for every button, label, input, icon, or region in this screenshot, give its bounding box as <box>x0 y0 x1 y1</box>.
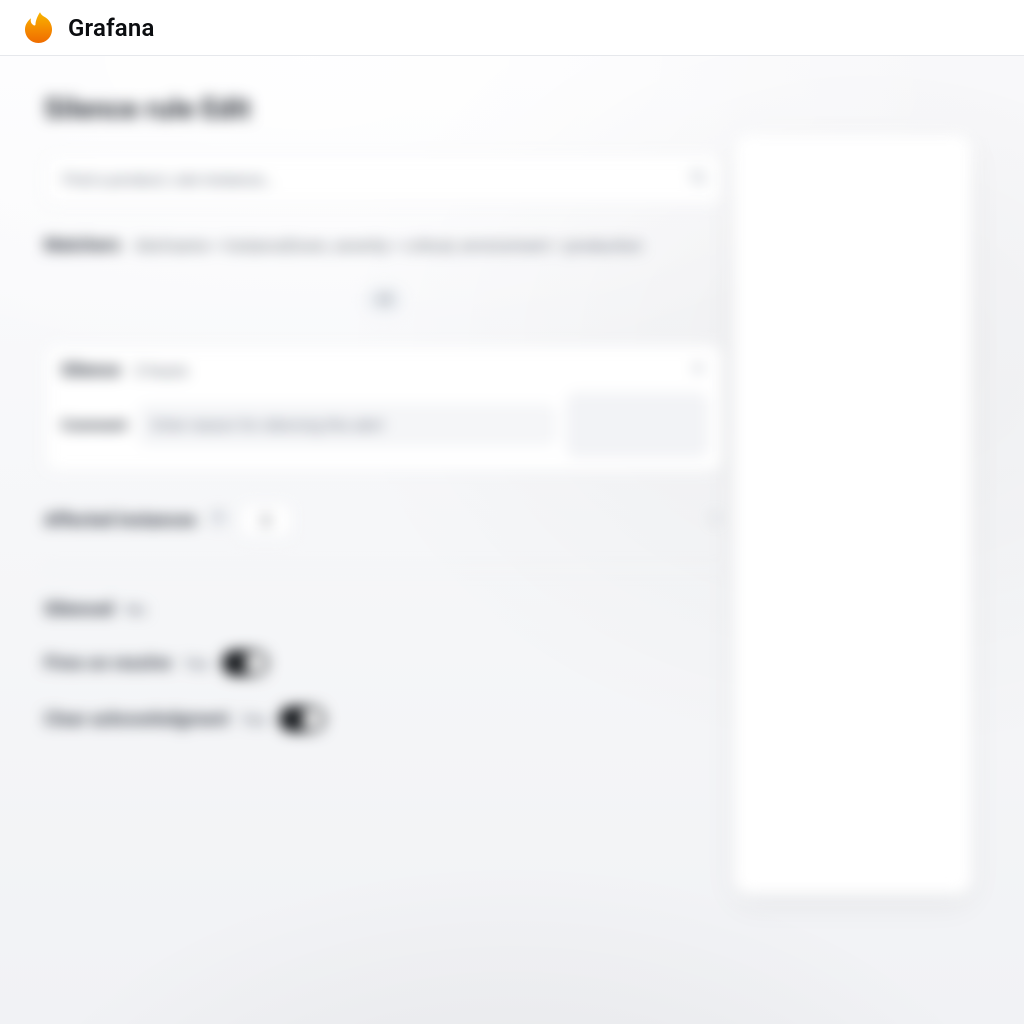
comment-input[interactable]: Enter reason for silencing this alert <box>139 405 555 445</box>
clear-ack-row: Clear acknowledgment Yes <box>44 706 724 732</box>
fires-on-resolve-value: Yes <box>184 654 210 673</box>
preview-box <box>567 393 707 457</box>
fires-on-resolve-toggle[interactable] <box>222 650 268 676</box>
page: Silence rule Edit Find a product, rule i… <box>0 56 1024 1024</box>
main-column: Find a product, rule instance… Matchers … <box>44 153 724 732</box>
instances-row: Affected instances 3 <box>44 502 724 538</box>
silence-panel-body: Comment Enter reason for silencing this … <box>61 393 707 457</box>
matchers-more: +2 <box>44 286 724 314</box>
search-icon <box>689 168 707 190</box>
page-title: Silence rule Edit <box>44 92 980 125</box>
divider <box>44 568 724 569</box>
chevron-right-icon[interactable] <box>706 509 724 531</box>
silence-panel-head: Silence 2 hours <box>61 359 707 381</box>
silence-label: Silence <box>61 360 121 381</box>
brand[interactable]: Grafana <box>22 10 155 46</box>
brand-name: Grafana <box>68 14 155 42</box>
silence-value: 2 hours <box>135 361 188 380</box>
help-icon[interactable] <box>209 509 227 531</box>
grafana-logo-icon <box>22 10 58 46</box>
silenced-row: Silenced No <box>44 599 724 620</box>
matchers-label: Matchers <box>44 235 121 256</box>
comment-placeholder: Enter reason for silencing this alert <box>152 416 384 434</box>
search-input[interactable]: Find a product, rule instance… <box>44 153 724 205</box>
search-placeholder: Find a product, rule instance… <box>63 170 274 189</box>
comment-label: Comment <box>61 416 127 434</box>
app-header: Grafana <box>0 0 1024 56</box>
silenced-value: No <box>126 600 147 619</box>
clear-ack-toggle[interactable] <box>279 706 325 732</box>
clear-ack-value: Yes <box>241 710 267 729</box>
matchers-summary: Alertname = InstanceDown, severity = cri… <box>135 236 643 255</box>
close-icon[interactable] <box>689 359 707 381</box>
fires-on-resolve-label: Fires on resolve <box>44 653 172 674</box>
more-pill[interactable]: +2 <box>364 286 404 314</box>
clear-ack-label: Clear acknowledgment <box>44 709 229 730</box>
silenced-label: Silenced <box>44 599 114 620</box>
fires-on-resolve-row: Fires on resolve Yes <box>44 650 724 676</box>
instances-count[interactable]: 3 <box>239 502 293 538</box>
aside-card <box>734 134 972 894</box>
matchers-row: Matchers Alertname = InstanceDown, sever… <box>44 235 724 256</box>
page-content-blurred: Silence rule Edit Find a product, rule i… <box>0 56 1024 1024</box>
silence-panel: Silence 2 hours Comment Enter reason for… <box>44 344 724 472</box>
instances-label: Affected instances <box>44 510 197 531</box>
